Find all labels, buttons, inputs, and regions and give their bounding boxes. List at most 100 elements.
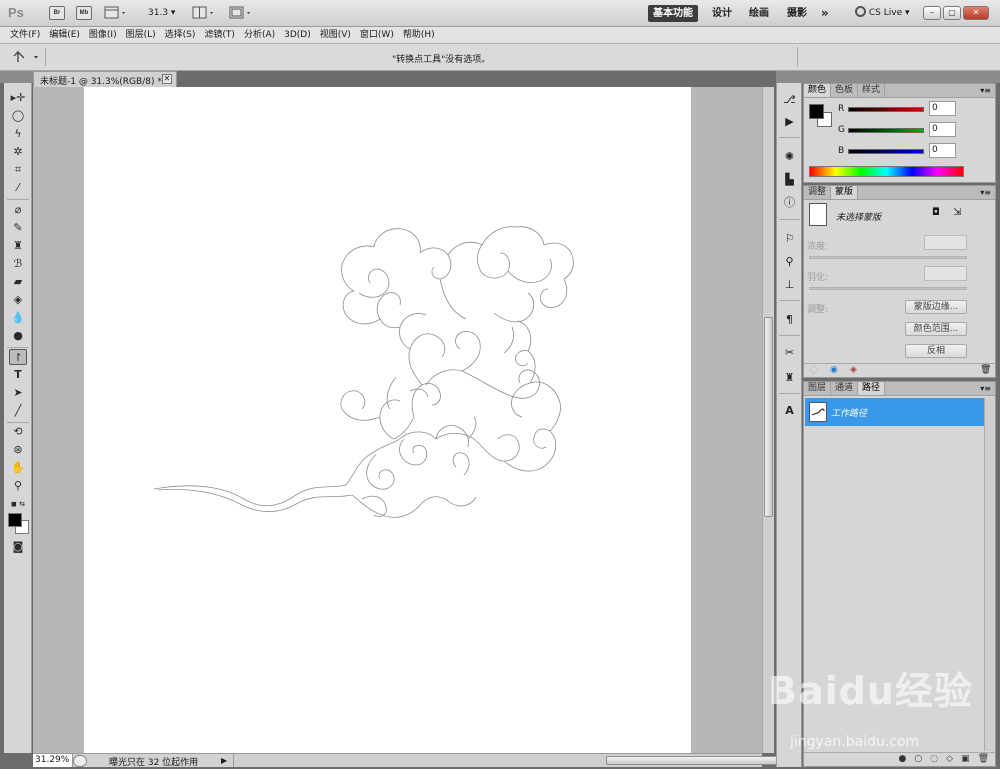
tab-channels[interactable]: 通道 [831,382,859,395]
close-button[interactable]: ✕ [963,6,989,20]
apply-mask-icon[interactable]: ◉ [830,365,838,375]
menu-3d[interactable]: 3D(D) [282,27,318,43]
tab-paths[interactable]: 路径 [858,382,886,395]
blue-slider[interactable] [848,149,924,154]
blue-value-field[interactable]: 0 [929,143,956,158]
pixel-mask-icon[interactable]: ◘ [932,207,940,218]
minimize-button[interactable]: – [923,6,941,20]
load-path-as-selection-icon[interactable]: ◌ [930,753,938,766]
navigator-icon[interactable]: ✺ [781,149,798,165]
load-selection-icon[interactable]: ◌ [810,365,818,375]
delete-path-icon[interactable]: 🗑 [978,753,989,766]
convert-point-tool-icon[interactable]: ↾ [9,349,27,365]
tab-swatches[interactable]: 色板 [831,84,859,97]
crop-icon[interactable]: ⌗ [9,162,27,178]
3d-orbit-icon[interactable]: ⊛ [9,442,27,458]
tab-adjustments[interactable]: 调整 [804,186,832,199]
tab-color[interactable]: 颜色 [804,84,832,97]
lasso-icon[interactable]: ϟ [9,126,27,142]
zoom-icon[interactable]: ⚲ [9,478,27,494]
hand-icon[interactable]: ✋ [9,460,27,476]
horizontal-scrollbar[interactable] [233,754,796,767]
delete-mask-icon[interactable]: 🗑 [980,365,991,375]
menu-view[interactable]: 视图(V) [318,27,358,43]
path-row-work-path[interactable]: 工作路径 [805,398,984,426]
feather-slider[interactable] [809,287,967,290]
brush-icon[interactable]: ✎ [9,220,27,236]
3d-rotate-icon[interactable]: ⟲ [9,424,27,440]
menu-file[interactable]: 文件(F) [8,27,47,43]
red-slider[interactable] [848,107,924,112]
bridge-button[interactable]: Br [49,6,65,20]
color-spectrum-ramp[interactable] [809,166,964,177]
workspace-essentials-button[interactable]: 基本功能 [648,5,698,22]
density-slider[interactable] [809,256,967,259]
status-menu-arrow-icon[interactable]: ▶ [221,755,231,767]
menu-layer[interactable]: 图层(L) [124,27,163,43]
vertical-scrollbar[interactable] [762,87,774,753]
move-tool-icon[interactable]: ▸✛ [9,90,27,106]
clone-stamp-icon[interactable]: ♜ [9,238,27,254]
eraser-icon[interactable]: ▰ [9,274,27,290]
info-icon[interactable]: ⓘ [781,195,798,211]
histogram-icon[interactable]: ▙ [781,172,798,188]
blur-icon[interactable]: 💧 [9,310,27,326]
menu-edit[interactable]: 编辑(E) [47,27,87,43]
make-work-path-icon[interactable]: ◇ [946,753,953,766]
stroke-path-icon[interactable]: ○ [914,753,922,766]
workspace-design-button[interactable]: 设计 [707,5,737,22]
disable-mask-icon[interactable]: ◈ [850,365,857,375]
elliptical-marquee-icon[interactable]: ◯ [9,108,27,124]
clone-source-icon[interactable]: ⚲ [781,254,798,270]
fill-path-icon[interactable]: ● [899,753,907,766]
more-workspaces-button[interactable]: » [816,5,834,22]
view-extras-dropdown[interactable] [104,6,128,20]
quick-mask-icon[interactable]: ◙ [9,539,27,555]
document-tab[interactable]: 未标题-1 @ 31.3%(RGB/8) * ✕ [33,71,177,87]
density-field[interactable] [924,235,967,250]
spot-healing-icon[interactable]: ⌀ [9,202,27,218]
cs-live-button[interactable]: CS Live ▾ [855,6,910,21]
close-document-icon[interactable]: ✕ [162,74,172,84]
vector-mask-icon[interactable]: ⇲ [953,207,961,218]
foreground-color-swatch[interactable] [8,513,22,527]
styles-icon[interactable]: ♜ [781,370,798,386]
workspace-photography-button[interactable]: 摄影 [782,5,812,22]
vertical-scroll-thumb[interactable] [764,317,773,517]
path-selection-icon[interactable]: ➤ [9,385,27,401]
maximize-button[interactable]: ▢ [943,6,961,20]
menu-image[interactable]: 图像(I) [87,27,124,43]
default-colors-icon[interactable]: ◼ ⇆ [9,496,27,512]
paragraph-icon[interactable]: ¶ [781,312,798,328]
new-path-icon[interactable]: ▣ [961,753,970,766]
feather-field[interactable] [924,266,967,281]
3d-tools-icon[interactable]: ✂ [781,345,798,361]
toolbox-header[interactable] [0,71,33,83]
zoom-level-dropdown[interactable]: 31.3 ▾ [148,8,175,18]
history-icon[interactable]: ⎇ [781,92,798,108]
panel-dock-header[interactable] [776,71,1000,83]
canvas[interactable] [84,87,691,753]
paint-bucket-icon[interactable]: ◈ [9,292,27,308]
type-icon[interactable]: T [9,367,27,383]
tab-styles[interactable]: 样式 [858,84,886,97]
invert-button[interactable]: 反相 [905,344,967,358]
red-value-field[interactable]: 0 [929,101,956,116]
status-info-icon[interactable] [73,755,87,767]
brush-presets-icon[interactable]: ⚐ [781,231,798,247]
eyedropper-icon[interactable]: ⁄ [9,180,27,196]
document-window[interactable] [33,87,762,753]
menu-analysis[interactable]: 分析(A) [242,27,282,43]
tool-presets-icon[interactable]: ⊥ [781,277,798,293]
line-shape-icon[interactable]: ╱ [9,403,27,419]
green-slider[interactable] [848,128,924,133]
panel-menu-icon[interactable]: ▾≡ [980,86,991,95]
paths-scrollbar[interactable] [984,398,995,751]
green-value-field[interactable]: 0 [929,122,956,137]
panel-menu-icon[interactable]: ▾≡ [980,384,991,393]
screen-mode-dropdown[interactable] [229,6,253,20]
menu-filter[interactable]: 滤镜(T) [202,27,242,43]
horizontal-scroll-thumb[interactable] [606,756,796,765]
history-brush-icon[interactable]: ℬ [9,256,27,272]
tab-masks[interactable]: 蒙版 [831,186,859,199]
